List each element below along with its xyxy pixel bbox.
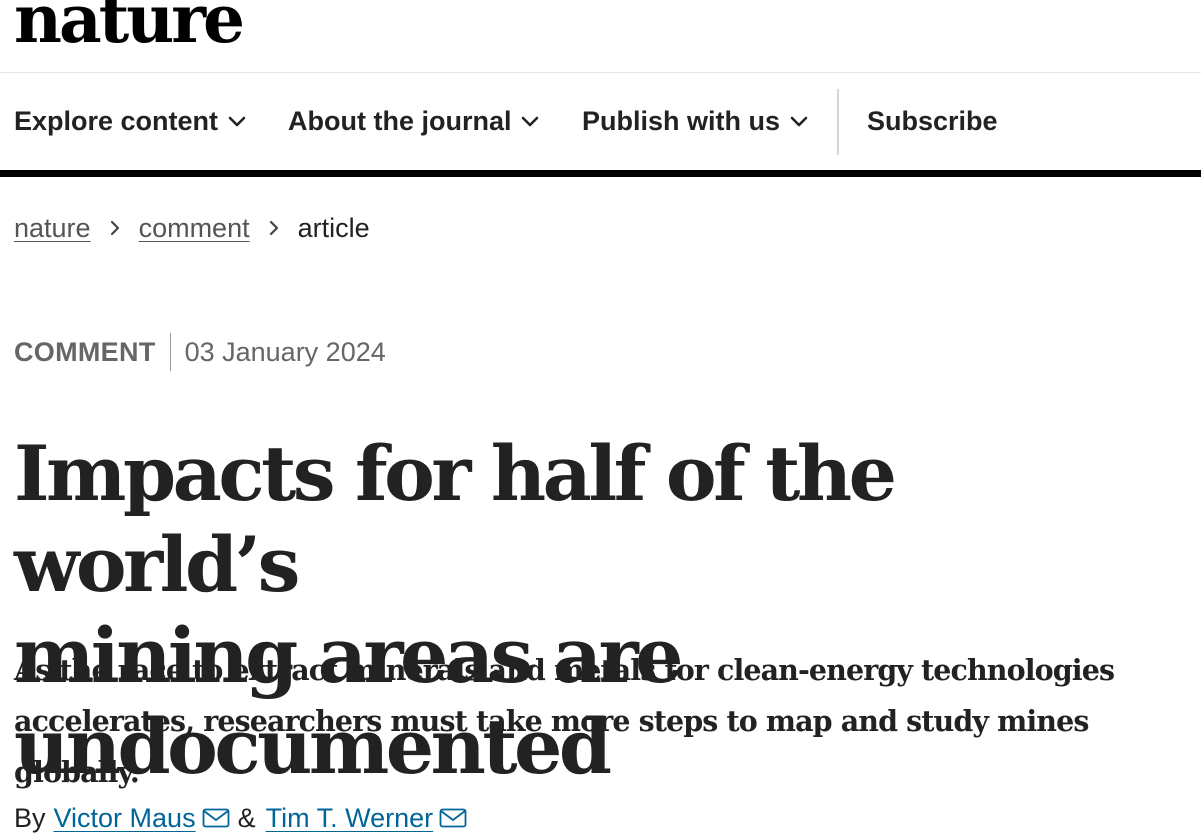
standfirst-line: As the race to extract minerals and meta… (14, 653, 1115, 687)
breadcrumb-current: article (297, 212, 370, 243)
nature-logo[interactable]: nature (14, 0, 245, 52)
article-title-line: Impacts for half of the world’s (14, 429, 897, 609)
chevron-down-icon (521, 116, 539, 128)
nav-explore-content[interactable]: Explore content (14, 73, 246, 170)
byline: By Victor Maus & Tim T. Werner (14, 798, 475, 834)
byline-prefix: By (14, 802, 46, 833)
main-navigation: Explore content About the journal Publis… (0, 73, 1201, 170)
mail-icon[interactable] (202, 808, 230, 828)
chevron-down-icon (790, 116, 808, 128)
breadcrumb-comment[interactable]: comment (139, 213, 250, 244)
article-standfirst: As the race to extract minerals and meta… (14, 645, 1201, 798)
breadcrumb-nature[interactable]: nature (14, 213, 91, 244)
breadcrumb: nature comment article (14, 208, 370, 248)
chevron-down-icon (228, 116, 246, 128)
author-link[interactable]: Victor Maus (54, 803, 196, 834)
nav-publish-with-us[interactable]: Publish with us (582, 73, 808, 170)
chevron-right-icon (109, 219, 121, 237)
article-type: COMMENT (14, 336, 156, 367)
mail-icon[interactable] (439, 808, 467, 828)
meta-divider (169, 333, 171, 371)
article-meta: COMMENT 03 January 2024 (14, 332, 386, 372)
nav-about-the-journal[interactable]: About the journal (288, 73, 539, 170)
author-separator: & (237, 802, 256, 833)
nav-bottom-rule (0, 170, 1201, 177)
author-link[interactable]: Tim T. Werner (266, 803, 434, 834)
chevron-right-icon (268, 219, 280, 237)
nav-publish-with-us-label: Publish with us (582, 106, 781, 136)
standfirst-line: accelerates, researchers must take more … (14, 704, 1089, 789)
nav-about-the-journal-label: About the journal (288, 106, 512, 136)
publication-date: 03 January 2024 (184, 336, 386, 367)
subscribe-link[interactable]: Subscribe (867, 73, 998, 170)
nav-explore-content-label: Explore content (14, 106, 219, 136)
nav-separator (837, 89, 839, 155)
